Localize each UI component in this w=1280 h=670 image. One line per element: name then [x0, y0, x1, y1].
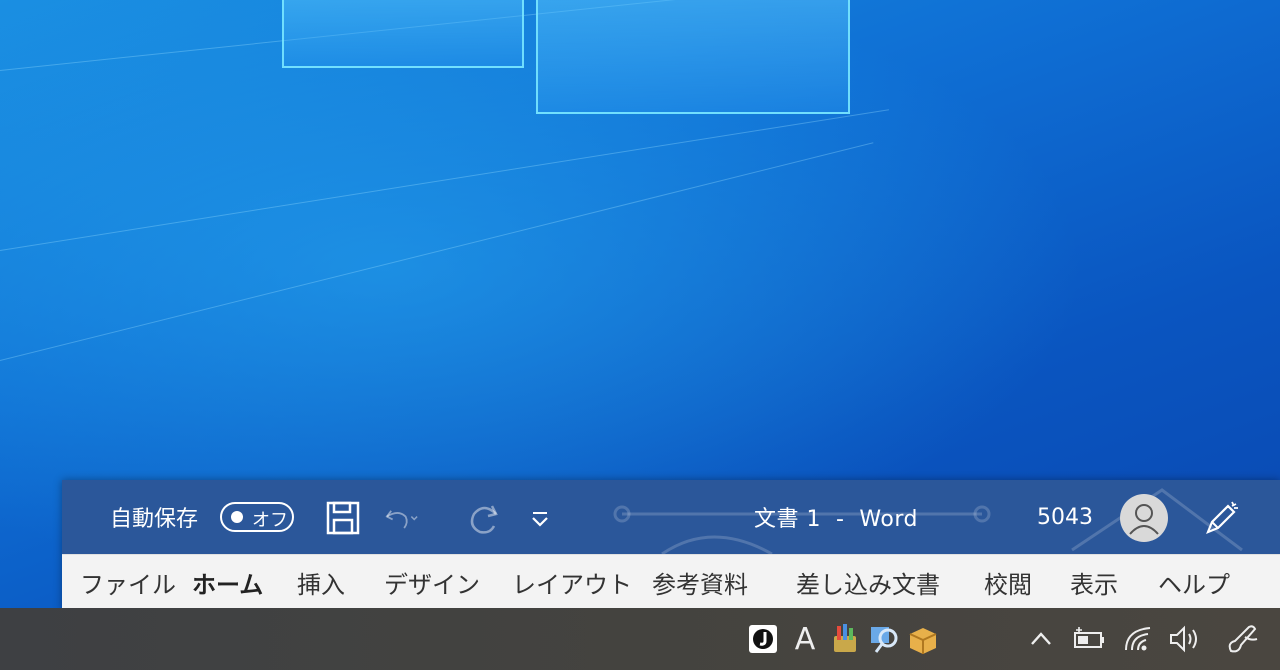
title-bar-decoration	[613, 488, 1243, 554]
tab-review[interactable]: 校閲	[984, 565, 1032, 600]
word-window: 自動保存 オフ 文書 1 - Word 5043 ファイル ホーム 挿入 デザイ…	[62, 480, 1280, 614]
tab-layout[interactable]: レイアウト	[512, 565, 632, 600]
search-tool-icon[interactable]	[866, 620, 904, 658]
document-title: 文書 1 - Word	[754, 507, 918, 532]
wifi-icon[interactable]	[1120, 620, 1158, 658]
redo-icon[interactable]	[466, 500, 502, 536]
tab-home[interactable]: ホーム	[192, 565, 264, 614]
undo-icon[interactable]	[384, 500, 420, 536]
autosave-state: オフ	[252, 510, 288, 531]
package-icon[interactable]	[904, 620, 942, 658]
toggle-knob	[231, 511, 243, 523]
pen-icon[interactable]	[1202, 498, 1240, 536]
user-icon	[1129, 504, 1159, 535]
tab-insert[interactable]: 挿入	[297, 565, 345, 600]
windows-logo-pane-left	[282, 0, 524, 68]
ime-j-icon[interactable]	[744, 620, 782, 658]
ribbon-tabs: ファイル ホーム 挿入 デザイン レイアウト 参考資料 差し込み文書 校閲 表示…	[62, 554, 1280, 614]
title-bar: 自動保存 オフ 文書 1 - Word 5043	[62, 480, 1280, 554]
save-icon[interactable]	[325, 500, 361, 536]
show-hidden-icons-chevron[interactable]	[1022, 620, 1060, 658]
tab-design[interactable]: デザイン	[384, 565, 480, 600]
windows-logo-pane-right	[536, 0, 850, 114]
tab-view[interactable]: 表示	[1070, 565, 1118, 600]
tab-mailings[interactable]: 差し込み文書	[796, 565, 940, 600]
pen-workspace-icon[interactable]	[1224, 620, 1262, 658]
user-name[interactable]: 5043	[1037, 480, 1093, 554]
autosave-label: 自動保存	[110, 507, 199, 532]
avatar[interactable]	[1120, 494, 1168, 542]
tab-file[interactable]: ファイル	[80, 565, 176, 600]
autosave-toggle[interactable]: オフ	[220, 502, 294, 532]
customize-toolbar-icon[interactable]	[522, 500, 558, 536]
app-tray-icon[interactable]	[826, 620, 864, 658]
battery-icon[interactable]	[1070, 620, 1108, 658]
ime-mode-icon[interactable]: A	[786, 620, 824, 658]
taskbar: A	[0, 608, 1280, 670]
tab-help[interactable]: ヘルプ	[1158, 565, 1230, 600]
tab-references[interactable]: 参考資料	[652, 565, 748, 600]
volume-icon[interactable]	[1166, 620, 1204, 658]
